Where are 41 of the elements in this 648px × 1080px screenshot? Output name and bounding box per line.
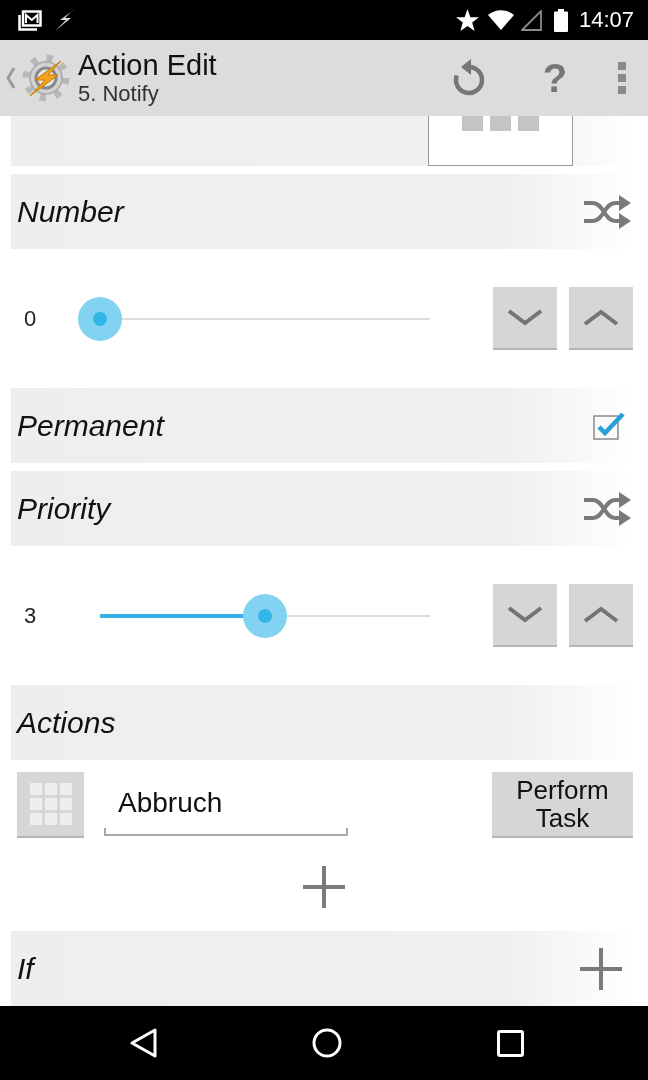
mail-icon xyxy=(18,9,42,31)
icon-button[interactable] xyxy=(428,116,573,166)
increase-button[interactable] xyxy=(569,287,633,350)
section-title: Number xyxy=(17,194,126,229)
wifi-icon xyxy=(487,10,514,30)
section-title: Permanent xyxy=(17,408,166,443)
back-icon[interactable] xyxy=(130,1028,157,1058)
overflow-menu-icon[interactable] xyxy=(617,62,627,94)
clock-time: 14:07 xyxy=(578,8,634,32)
slider-value: 0 xyxy=(24,305,38,332)
plus-icon[interactable] xyxy=(303,866,345,908)
decrease-button[interactable] xyxy=(493,584,557,647)
chevron-down-icon xyxy=(507,309,543,326)
chevron-up-icon xyxy=(583,309,619,326)
section-title: Actions xyxy=(17,705,117,740)
screen-subtitle: 5. Notify xyxy=(78,80,160,107)
increase-button[interactable] xyxy=(569,584,633,647)
slider-thumb[interactable] xyxy=(243,593,287,638)
signal-icon xyxy=(520,9,542,31)
section-title: If xyxy=(17,951,37,986)
shuffle-icon[interactable] xyxy=(583,193,631,230)
chevron-down-icon xyxy=(507,606,543,623)
chevron-up-icon xyxy=(583,606,619,623)
checkbox[interactable] xyxy=(592,410,626,441)
battery-icon xyxy=(553,8,568,32)
grid-icon xyxy=(29,783,72,825)
plus-icon[interactable] xyxy=(580,947,622,990)
perform-task-button[interactable]: Perform Task xyxy=(492,772,633,838)
grid-button[interactable] xyxy=(17,772,84,838)
back-chevron-icon[interactable] xyxy=(6,66,16,90)
slider-value: 3 xyxy=(24,602,38,629)
star-icon xyxy=(455,9,479,31)
gear-lightning-icon[interactable] xyxy=(22,54,70,102)
section-title: Priority xyxy=(17,491,113,526)
slider-thumb[interactable] xyxy=(78,296,122,341)
squares-icon xyxy=(462,116,539,131)
home-icon[interactable] xyxy=(312,1028,342,1058)
screen-title: Action Edit xyxy=(78,49,218,81)
recents-icon[interactable] xyxy=(497,1029,524,1057)
decrease-button[interactable] xyxy=(493,287,557,350)
shuffle-icon[interactable] xyxy=(583,490,631,527)
